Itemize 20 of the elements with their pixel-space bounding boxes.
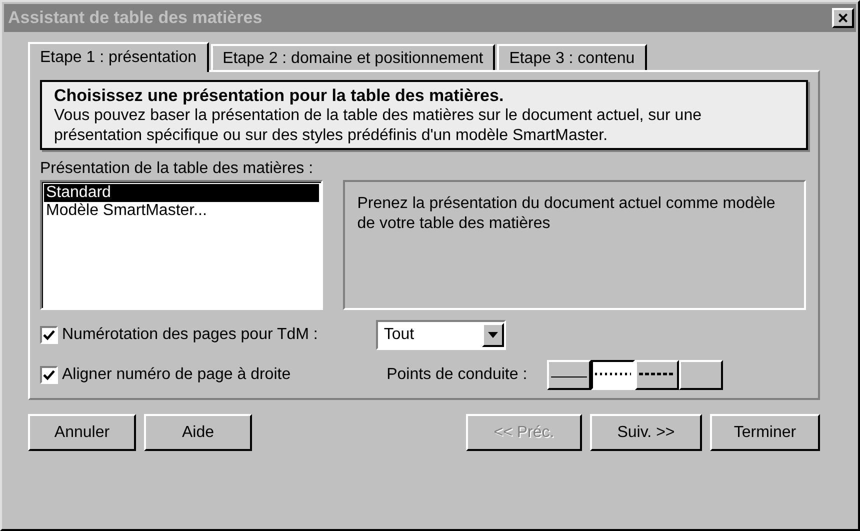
info-heading: Choisissez une présentation pour la table des matières. bbox=[54, 86, 505, 106]
dialog-button[interactable]: Terminer bbox=[710, 414, 820, 451]
checkbox-label: Numérotation des pages pour TdM : bbox=[62, 326, 318, 344]
list-label: Présentation de la table des matières : bbox=[40, 160, 314, 178]
list-item[interactable]: Modèle SmartMaster... bbox=[44, 202, 320, 220]
checkbox-label: Aligner numéro de page à droite bbox=[62, 366, 291, 384]
window-title: Assistant de table des matières bbox=[8, 8, 262, 28]
tab[interactable]: Etape 1 : présentation bbox=[28, 42, 209, 72]
numbering-dropdown[interactable]: Tout bbox=[376, 320, 506, 350]
dialog-button[interactable]: Annuler bbox=[28, 414, 136, 451]
dialog-button[interactable]: Aide bbox=[144, 414, 252, 451]
close-button[interactable]: × bbox=[832, 8, 854, 28]
leader-label: Points de conduite : bbox=[386, 366, 528, 384]
dropdown-value: Tout bbox=[384, 326, 414, 344]
tab[interactable]: Etape 2 : domaine et positionnement bbox=[210, 44, 496, 70]
tab[interactable]: Etape 3 : contenu bbox=[497, 44, 647, 70]
list-item[interactable]: Standard bbox=[44, 184, 320, 202]
info-text: Vous pouvez baser la présentation de la table des matières sur le document actuel, sur une présentation spécifique ou sur des styles prédéfinis d'un modèle SmartMaster. bbox=[54, 106, 702, 146]
description-box: Prenez la présentation du document actuel comme modèle de votre table des matières bbox=[343, 180, 806, 310]
dialog-button[interactable]: Suiv. >> bbox=[590, 414, 702, 451]
